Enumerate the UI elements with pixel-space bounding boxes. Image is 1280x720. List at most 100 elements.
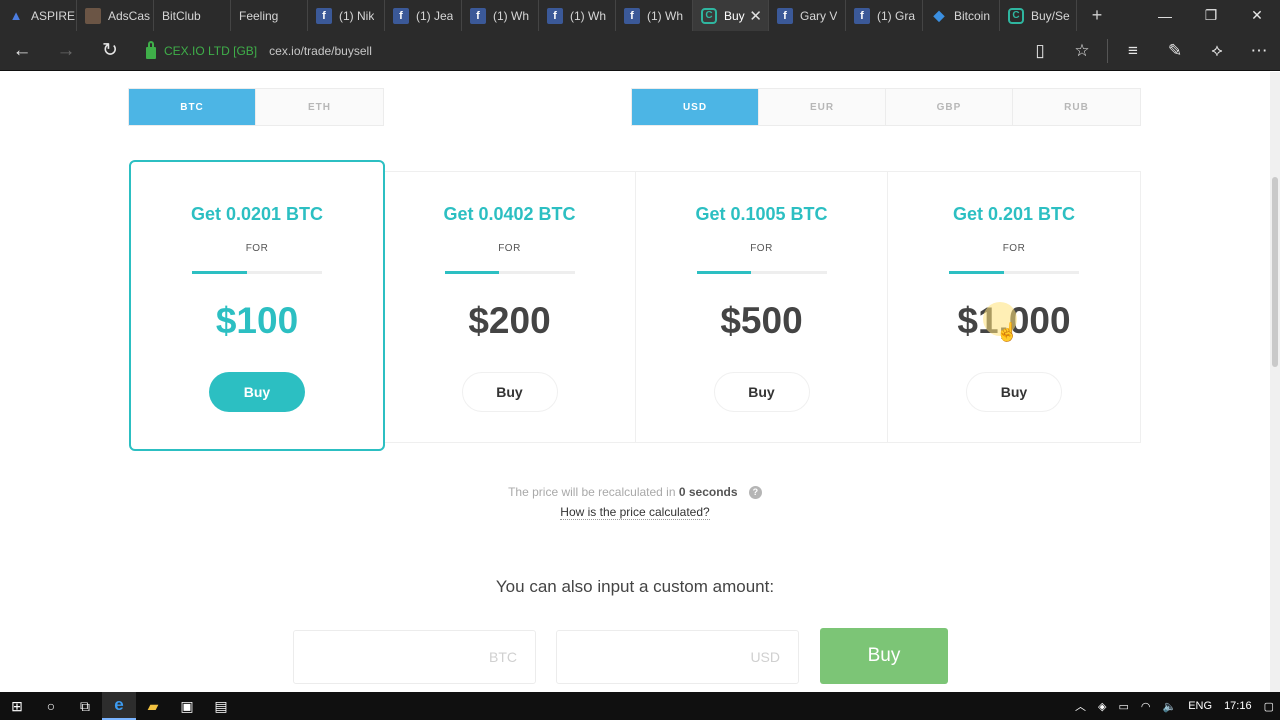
browser-tab[interactable]: f (1) Wh [462, 0, 539, 31]
address-bar[interactable]: CEX.IO LTD [GB] cex.io/trade/buysell [146, 31, 372, 71]
web-note-icon[interactable]: ✎ [1154, 41, 1196, 61]
offer-for-label: FOR [1002, 243, 1026, 254]
tab-label: Buy [724, 8, 745, 23]
network-icon[interactable]: ◈ [1092, 700, 1112, 713]
offer-card[interactable]: Get 0.0402 BTC FOR $200 Buy [384, 172, 636, 442]
hub-icon[interactable]: ≡ [1112, 41, 1154, 61]
forward-icon[interactable]: → [44, 31, 88, 71]
aspire-icon: ▲ [9, 8, 23, 23]
bitcoin-icon: ◆ [933, 7, 945, 23]
close-tab-icon[interactable]: ✕ [749, 7, 762, 25]
tab-label: (1) Wh [570, 8, 606, 23]
buy-button[interactable]: Buy [966, 372, 1062, 412]
language-indicator[interactable]: ENG [1182, 700, 1218, 712]
tab-label: (1) Jea [416, 8, 454, 23]
task-view-icon[interactable]: ⧉ [68, 692, 102, 720]
tab-label: Gary V [800, 8, 838, 23]
tab-usd[interactable]: USD [632, 89, 759, 125]
offer-progress-fill [444, 271, 500, 274]
tab-btc[interactable]: BTC [129, 89, 256, 125]
wifi-icon[interactable]: ◠ [1135, 700, 1157, 713]
scrollbar-thumb[interactable] [1272, 177, 1278, 367]
windows-start-icon[interactable]: ⊞ [0, 692, 34, 720]
facebook-icon: f [547, 7, 563, 24]
browser-tab[interactable]: f Gary V [769, 0, 846, 31]
reading-view-icon[interactable]: ▯ [1019, 41, 1061, 61]
tab-eur[interactable]: EUR [759, 89, 886, 125]
offer-for-label: FOR [750, 243, 773, 254]
offer-card-selected[interactable]: Get 0.0201 BTC FOR $100 Buy [129, 160, 385, 451]
favorite-star-icon[interactable]: ☆ [1061, 41, 1103, 61]
tab-eth[interactable]: ETH [256, 89, 383, 125]
back-icon[interactable]: ← [0, 31, 44, 71]
action-center-icon[interactable]: ▢ [1258, 700, 1280, 713]
browser-tab[interactable]: f (1) Wh [616, 0, 693, 31]
offer-progress [696, 271, 827, 274]
more-icon[interactable]: ⋯ [1238, 41, 1280, 61]
offer-card[interactable]: Get 0.1005 BTC FOR $500 Buy [636, 172, 888, 442]
buy-button[interactable]: Buy [713, 372, 810, 412]
facebook-icon: f [316, 7, 332, 24]
notepad-icon[interactable]: ▤ [204, 692, 238, 720]
refresh-icon[interactable]: ↻ [88, 31, 132, 71]
hand-cursor-icon: ☝ [996, 322, 1019, 342]
offer-card[interactable]: Get 0.201 BTC FOR $1,000 Buy ☝ [888, 172, 1140, 442]
browser-tab-active[interactable]: C Buy ✕ [693, 0, 769, 31]
close-window-icon[interactable]: ✕ [1234, 0, 1280, 31]
facebook-icon: f [470, 7, 486, 24]
windows-taskbar: ⊞ ○ ⧉ e ▰ ▣ ▤ ︿ ◈ ▭ ◠ 🔈 ENG 17:16 ▢ [0, 692, 1280, 720]
battery-icon[interactable]: ▭ [1113, 700, 1135, 713]
certificate-label: CEX.IO LTD [GB] [164, 43, 258, 58]
tab-gbp[interactable]: GBP [886, 89, 1013, 125]
tab-label: Bitcoin [954, 8, 991, 23]
custom-amount-heading: You can also input a custom amount: [495, 577, 775, 596]
page-scrollbar[interactable] [1270, 72, 1280, 692]
cex-icon: C [1008, 7, 1024, 24]
share-icon[interactable]: ⟡ [1196, 41, 1238, 61]
browser-tab[interactable]: AdsCas [77, 0, 154, 31]
tab-rub[interactable]: RUB [1013, 89, 1140, 125]
page-content: BTC ETH USD EUR GBP RUB Get 0.0201 BTC F… [0, 72, 1280, 692]
offer-price: $100 [215, 300, 299, 341]
usd-amount-input[interactable]: USD [556, 630, 799, 684]
offer-for-label: FOR [245, 243, 269, 254]
browser-tab[interactable]: BitClub [0, 0, 231, 88]
url-text[interactable]: cex.io/trade/buysell [269, 44, 372, 58]
volume-icon[interactable]: 🔈 [1157, 700, 1183, 713]
facebook-icon: f [854, 7, 870, 24]
store-icon[interactable]: ▣ [170, 692, 204, 720]
browser-tab[interactable]: f (1) Wh [539, 0, 616, 31]
tab-label: ASPIRE [31, 8, 76, 23]
new-tab-button[interactable]: + [1077, 0, 1117, 31]
offer-amount: Get 0.1005 BTC [695, 204, 828, 224]
file-explorer-icon[interactable]: ▰ [136, 692, 170, 720]
browser-tab[interactable]: f (1) Gra [846, 0, 923, 31]
restore-icon[interactable]: ❐ [1188, 0, 1234, 31]
browser-tab[interactable]: f (1) Jea [385, 0, 462, 31]
price-info-link-row: How is the price calculated? [0, 505, 1270, 520]
browser-toolbar: ▯ ☆ ≡ ✎ ⟡ ⋯ [1019, 38, 1280, 63]
buy-button[interactable]: Buy [461, 372, 558, 412]
recalc-text: The price will be recalculated in [508, 485, 676, 499]
price-info-link[interactable]: How is the price calculated? [560, 505, 710, 520]
browser-tab[interactable]: Feeling [0, 0, 308, 88]
tab-label: Feeling [239, 8, 279, 23]
help-icon[interactable]: ? [748, 486, 762, 500]
offer-amount: Get 0.201 BTC [952, 204, 1076, 224]
offer-cards: Get 0.0201 BTC FOR $100 Buy Get 0.0402 B… [129, 160, 1141, 451]
browser-tab[interactable]: ◆ Bitcoin [923, 0, 1000, 31]
edge-icon[interactable]: e [102, 692, 136, 720]
minimize-icon[interactable]: — [1142, 0, 1188, 31]
btc-amount-input[interactable]: BTC [293, 630, 536, 684]
lock-icon [146, 40, 156, 59]
browser-tab[interactable]: C Buy/Se [1000, 0, 1077, 31]
facebook-icon: f [777, 7, 793, 24]
browser-tab[interactable]: ▲ ASPIRE [0, 0, 77, 31]
custom-buy-button[interactable]: Buy [820, 628, 948, 684]
browser-tab[interactable]: f (1) Nik [308, 0, 385, 31]
clock[interactable]: 17:16 [1218, 700, 1258, 712]
offer-for-label: FOR [498, 243, 521, 254]
tray-chevron-icon[interactable]: ︿ [1069, 698, 1092, 714]
cortana-icon[interactable]: ○ [34, 692, 68, 720]
buy-button[interactable]: Buy [209, 372, 305, 412]
